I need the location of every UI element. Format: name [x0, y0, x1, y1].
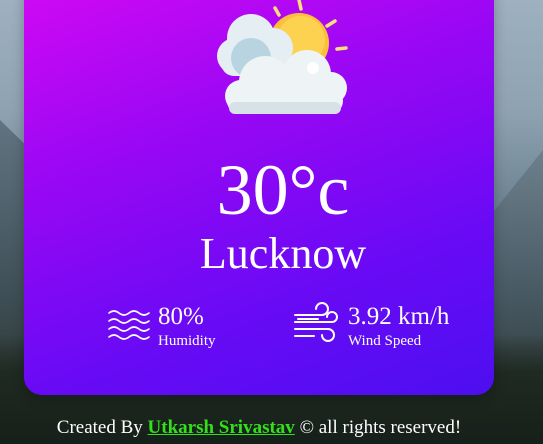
humidity-value: 80%	[158, 303, 204, 330]
wind-detail: 3.92 km/h Wind Speed	[292, 302, 449, 350]
footer-suffix: © all rights reserved!	[294, 417, 462, 438]
footer-credits: Created By Utkarsh Srivastav © all right…	[0, 416, 518, 440]
wind-icon	[294, 302, 338, 342]
humidity-waves-icon	[108, 310, 150, 340]
temperature: 30°c	[216, 150, 350, 230]
wind-speed-label: Wind Speed	[348, 333, 422, 349]
humidity-detail: 80% Humidity	[106, 302, 216, 350]
partly-cloudy-icon	[217, 0, 348, 114]
footer-prefix: Created By	[56, 417, 148, 438]
humidity-label: Humidity	[158, 333, 216, 349]
author-link[interactable]: Utkarsh Srivastav	[148, 417, 295, 438]
weather-card: 30°c Lucknow 80% Humidity 3.92 km/h Wind…	[24, 0, 494, 395]
city-name: Lucknow	[199, 229, 367, 278]
wind-speed-value: 3.92 km/h	[348, 303, 450, 330]
